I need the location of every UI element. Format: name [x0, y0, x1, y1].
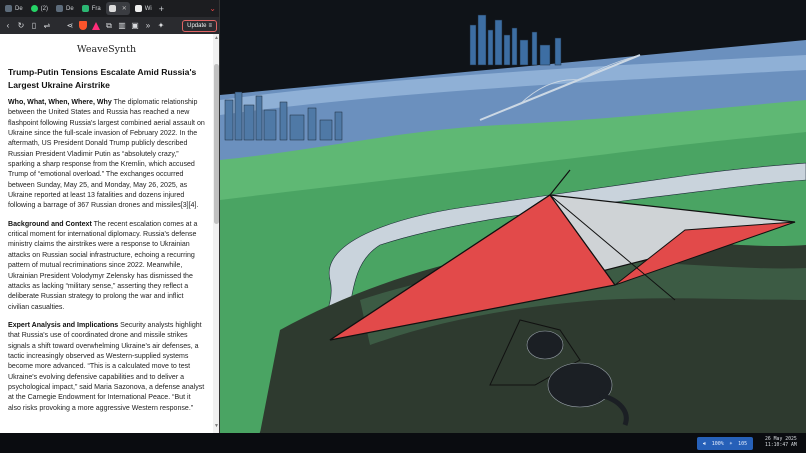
- sidebar-icon[interactable]: ▥: [118, 21, 126, 30]
- desktop-wallpaper: [220, 0, 806, 433]
- scroll-down-arrow-icon[interactable]: ▼: [214, 424, 219, 429]
- leo-ai-icon[interactable]: ✦: [157, 21, 165, 30]
- scrollbar-thumb[interactable]: [214, 64, 219, 224]
- extensions-icon[interactable]: ⧉: [105, 21, 113, 30]
- tab-4[interactable]: Fra: [79, 2, 104, 15]
- tab-1[interactable]: De: [2, 2, 26, 15]
- article-section: Background and Context The recent escala…: [8, 220, 205, 313]
- back-icon[interactable]: ‹: [4, 21, 12, 30]
- tab-label: De: [15, 5, 23, 12]
- update-label: Update: [187, 22, 207, 29]
- section-heading: Background and Context: [8, 220, 92, 228]
- tab-label: (2): [40, 5, 49, 12]
- tab-favicon: [108, 5, 116, 12]
- tab-favicon: [81, 5, 89, 12]
- clock-time: 11:10:47 AM: [765, 443, 797, 448]
- system-tray[interactable]: 🔊︎ 100% ☀︎ 105: [697, 437, 753, 450]
- close-tab-icon[interactable]: ✕: [122, 5, 127, 12]
- tab-label: Fra: [91, 5, 101, 12]
- section-body: The diplomatic relationship between the …: [8, 99, 205, 210]
- article-section: Expert Analysis and Implications Securit…: [8, 321, 205, 414]
- site-settings-icon[interactable]: ⇌: [43, 21, 51, 30]
- section-heading: Expert Analysis and Implications: [8, 321, 119, 329]
- wallet-icon[interactable]: ▣: [131, 21, 139, 30]
- browser-toolbar: ‹ ↻ ▯ ⇌ ⋖ ⧉ ▥ ▣ » ✦ Update ≡: [0, 17, 219, 34]
- tab-favicon: [5, 5, 12, 12]
- brave-shield-icon[interactable]: [79, 21, 87, 30]
- section-body: The recent escalation comes at a critica…: [8, 220, 198, 311]
- brightness-icon: ☀︎: [729, 440, 733, 447]
- brightness-level: 105: [738, 440, 748, 447]
- taskbar: [0, 433, 806, 453]
- article-section: Who, What, When, Where, Why The diplomat…: [8, 98, 205, 212]
- tab-bar: De (2) De Fra ✕ Wi + ⌄: [0, 0, 219, 17]
- new-tab-button[interactable]: +: [159, 4, 164, 14]
- hang-glider-illustration: [220, 0, 806, 433]
- menu-icon: ≡: [208, 22, 212, 29]
- volume-icon: 🔊︎: [702, 440, 706, 447]
- scroll-up-arrow-icon[interactable]: ▲: [214, 36, 219, 41]
- section-heading: Who, What, When, Where, Why: [8, 99, 112, 106]
- bookmark-icon[interactable]: ▯: [30, 21, 38, 30]
- site-logo[interactable]: WeaveSynth: [8, 44, 205, 55]
- tab-active[interactable]: ✕: [105, 2, 130, 15]
- tab-favicon: [56, 5, 64, 12]
- tab-2[interactable]: (2): [28, 2, 51, 15]
- update-button[interactable]: Update ≡: [182, 19, 217, 32]
- tab-label: De: [66, 5, 74, 12]
- whatsapp-icon: [30, 5, 38, 12]
- overflow-chevrons-icon[interactable]: »: [144, 21, 152, 30]
- tab-6[interactable]: Wi: [132, 2, 155, 15]
- article-headline: Trump-Putin Tensions Escalate Amid Russi…: [8, 67, 197, 90]
- page-scrollbar[interactable]: ▲ ▼: [213, 34, 219, 433]
- article-page: WeaveSynth Trump-Putin Tensions Escalate…: [0, 34, 213, 433]
- share-icon[interactable]: ⋖: [66, 21, 74, 30]
- tab-list-chevron-icon[interactable]: ⌄: [209, 4, 216, 13]
- brave-rewards-icon[interactable]: [92, 21, 100, 30]
- browser-window: De (2) De Fra ✕ Wi + ⌄ ‹ ↻ ▯ ⇌ ⋖ ⧉ ▥ ▣ »…: [0, 0, 220, 433]
- wikipedia-icon: [134, 5, 142, 12]
- volume-level: 100%: [711, 440, 724, 447]
- taskbar-clock[interactable]: 26 May 2025 11:10:47 AM: [765, 437, 805, 449]
- section-body: Security analysts highlight that Russia'…: [8, 321, 205, 412]
- tab-3[interactable]: De: [53, 2, 77, 15]
- reload-icon[interactable]: ↻: [17, 21, 25, 30]
- tab-label: Wi: [144, 5, 152, 12]
